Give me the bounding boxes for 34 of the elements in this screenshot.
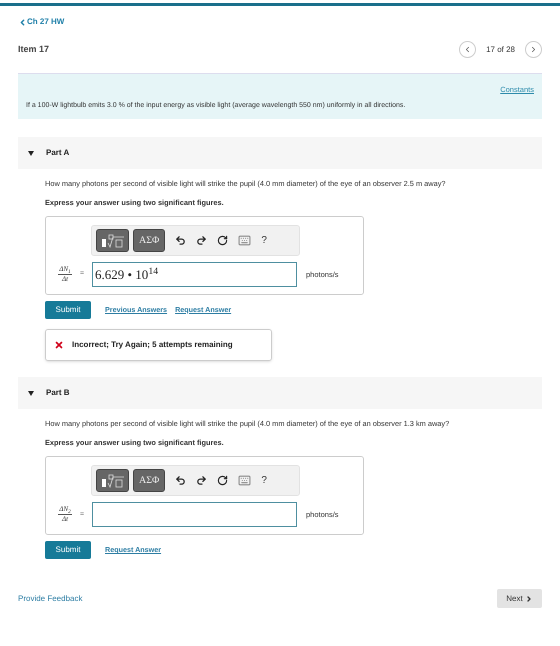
chevron-right-icon xyxy=(524,594,533,603)
part-header[interactable]: Part A xyxy=(18,137,542,169)
redo-icon[interactable] xyxy=(196,475,208,486)
part-header[interactable]: Part B xyxy=(18,377,542,410)
keyboard-icon[interactable] xyxy=(238,234,252,248)
feedback-text: Incorrect; Try Again; 5 attempts remaining xyxy=(72,339,233,352)
back-link[interactable]: Ch 27 HW xyxy=(18,16,64,28)
help-button[interactable]: ? xyxy=(261,233,267,248)
reset-icon[interactable] xyxy=(217,475,228,486)
part-title: Part A xyxy=(46,147,70,159)
template-button[interactable] xyxy=(96,469,129,492)
fraction-root-icon xyxy=(100,234,124,248)
chevron-left-icon xyxy=(18,18,27,26)
undo-icon[interactable] xyxy=(175,235,186,246)
answer-field[interactable]: 6.629 • 10$^{14}$ xyxy=(92,262,297,288)
answer-field[interactable] xyxy=(92,502,297,528)
item-position: 17 of 28 xyxy=(486,44,515,56)
chevron-right-icon xyxy=(529,45,538,54)
submit-button[interactable]: Submit xyxy=(45,541,91,560)
template-button[interactable] xyxy=(96,229,129,252)
part-title: Part B xyxy=(46,387,70,400)
item-title: Item 17 xyxy=(18,42,50,56)
undo-icon[interactable] xyxy=(175,475,186,486)
symbols-button[interactable]: ΑΣΦ xyxy=(133,229,166,252)
reset-icon[interactable] xyxy=(217,235,228,246)
symbols-button[interactable]: ΑΣΦ xyxy=(133,469,166,492)
feedback-link[interactable]: Provide Feedback xyxy=(18,592,82,605)
help-button[interactable]: ? xyxy=(261,473,267,488)
fraction-root-icon xyxy=(100,474,124,488)
next-button[interactable]: Next xyxy=(497,589,542,608)
cross-icon xyxy=(54,340,64,350)
submit-button[interactable]: Submit xyxy=(45,301,91,320)
keyboard-icon[interactable] xyxy=(238,474,252,488)
redo-icon[interactable] xyxy=(196,235,208,246)
